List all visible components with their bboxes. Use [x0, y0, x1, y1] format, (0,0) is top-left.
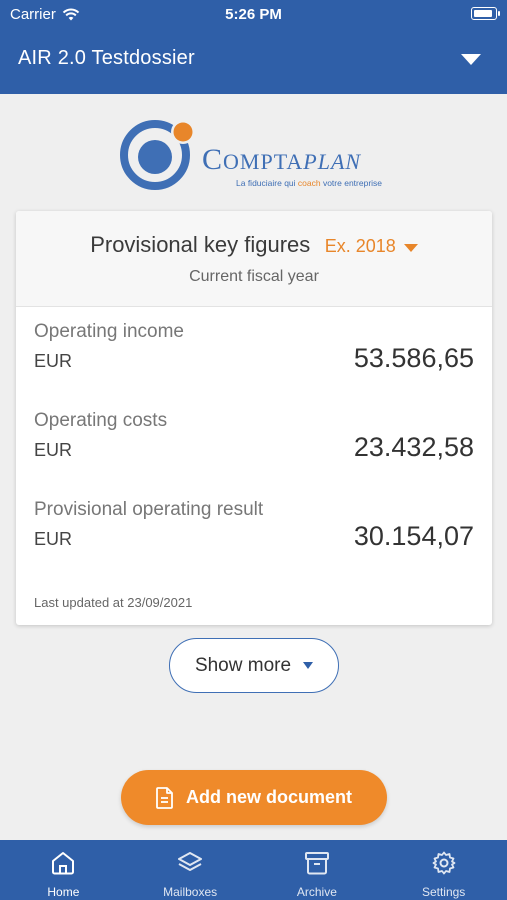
- figure-operating-income: Operating income EUR 53.586,65: [34, 321, 474, 391]
- tab-label: Settings: [421, 885, 466, 899]
- logo-word-part2: OMPTA: [223, 149, 304, 174]
- figure-label: Operating costs: [34, 410, 168, 431]
- card-title: Provisional key figures: [90, 232, 311, 257]
- logo-mark-icon: [120, 120, 195, 190]
- tab-label: Archive: [296, 885, 337, 899]
- last-updated: Last updated at 23/09/2021: [34, 595, 193, 610]
- figure-currency: EUR: [34, 529, 73, 549]
- tab-archive[interactable]: Archive: [254, 840, 381, 900]
- caret-down-icon: [403, 243, 418, 252]
- fiscal-year-label: Ex. 2018: [324, 236, 396, 256]
- status-time: 5:26 PM: [225, 6, 282, 23]
- layers-icon: [178, 852, 203, 871]
- card-title-row: Provisional key figures Ex. 2018: [16, 232, 492, 258]
- logo-tagline-part2: votre entreprise: [320, 178, 383, 188]
- caret-down-icon[interactable]: [461, 54, 481, 65]
- card-header: Provisional key figures Ex. 2018 Current…: [16, 211, 492, 307]
- figure-value: 53.586,65: [353, 343, 474, 373]
- figure-operating-result: Provisional operating result EUR 30.154,…: [34, 499, 474, 569]
- key-figures-card: Provisional key figures Ex. 2018 Current…: [16, 211, 492, 625]
- show-more-label: Show more: [194, 654, 292, 676]
- logo-word-part3: PLAN: [303, 149, 362, 174]
- add-new-document-label: Add new document: [186, 787, 352, 807]
- tab-settings[interactable]: Settings: [380, 840, 507, 900]
- app-header: Carrier 5:26 PM AIR 2.0 Testdossier: [0, 0, 507, 94]
- tab-label: Mailboxes: [163, 885, 218, 899]
- caret-down-icon: [303, 662, 314, 669]
- tab-mailboxes[interactable]: Mailboxes: [127, 840, 254, 900]
- home-icon: [52, 852, 75, 875]
- figure-currency: EUR: [34, 351, 73, 371]
- archive-box-icon: [304, 852, 329, 875]
- figure-operating-costs: Operating costs EUR 23.432,58: [34, 410, 474, 480]
- status-bar: Carrier 5:26 PM: [0, 0, 507, 28]
- fiscal-year-selector[interactable]: Ex. 2018: [325, 236, 418, 257]
- show-more-button[interactable]: Show more: [169, 638, 339, 693]
- figure-value: 23.432,58: [353, 432, 474, 462]
- document-icon: [156, 786, 173, 809]
- add-new-document-button[interactable]: Add new document: [121, 770, 387, 825]
- battery-icon: [471, 7, 500, 20]
- logo-wordmark: COMPTAPLAN: [202, 143, 361, 177]
- comptaplan-logo: COMPTAPLAN La fiduciaire qui coach votre…: [118, 115, 398, 195]
- logo-tagline: La fiduciaire qui coach votre entreprise: [236, 178, 382, 188]
- dossier-title[interactable]: AIR 2.0 Testdossier: [18, 47, 195, 70]
- logo-tagline-part1: La fiduciaire qui: [236, 178, 298, 188]
- logo-tagline-highlight: coach: [297, 178, 321, 188]
- figure-label: Operating income: [34, 321, 184, 342]
- figure-value: 30.154,07: [353, 521, 474, 551]
- gear-icon: [432, 851, 456, 875]
- figure-label: Provisional operating result: [34, 499, 264, 520]
- logo-word-part1: C: [202, 143, 224, 176]
- tab-label: Home: [47, 885, 80, 899]
- tab-home[interactable]: Home: [0, 840, 127, 900]
- card-subtitle: Current fiscal year: [189, 268, 319, 285]
- figure-currency: EUR: [34, 440, 73, 460]
- tab-bar: Home Mailboxes Archive Settings: [0, 840, 507, 900]
